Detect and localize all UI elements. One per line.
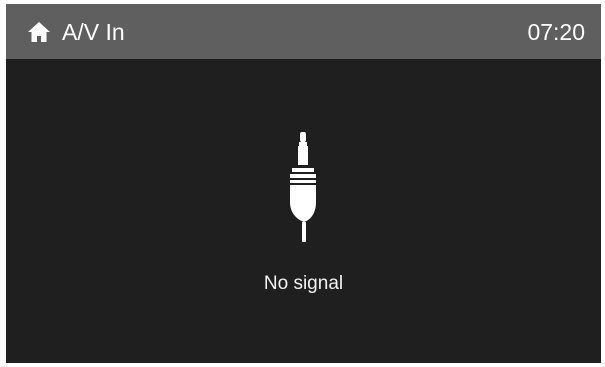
status-text: No signal bbox=[263, 273, 344, 294]
home-icon[interactable] bbox=[27, 21, 51, 43]
header-bar: A/V In 07:20 bbox=[6, 4, 601, 59]
av-in-screen: A/V In 07:20 No signal bbox=[6, 4, 601, 363]
page-title: A/V In bbox=[62, 19, 125, 45]
audio-jack-icon bbox=[290, 132, 316, 242]
clock: 07:20 bbox=[527, 19, 585, 45]
